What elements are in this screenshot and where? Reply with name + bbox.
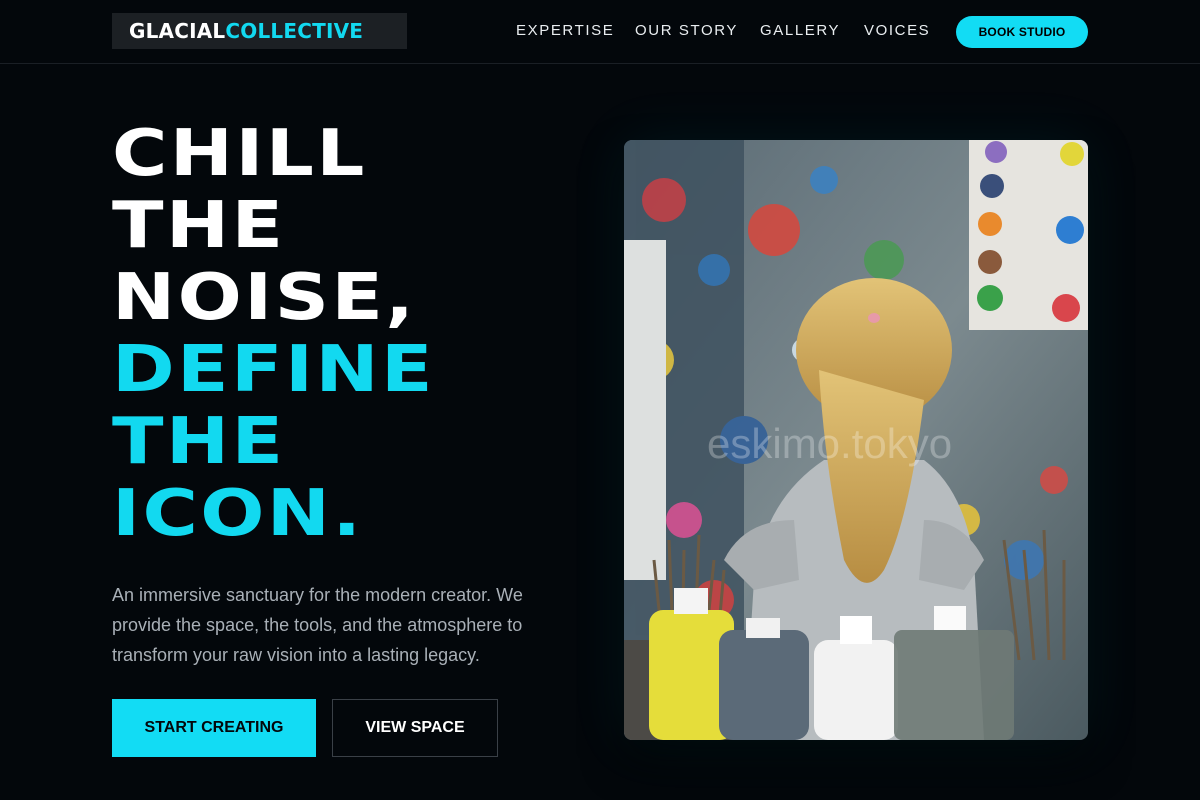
view-space-button[interactable]: VIEW SPACE (332, 699, 498, 757)
headline-line: NOISE, (112, 261, 417, 335)
headline-line-accent: DEFINE (112, 333, 435, 407)
headline-line: THE (112, 189, 286, 263)
logo-text-accent: COLLECTIVE (225, 19, 364, 43)
hero-headline: CHILL THE NOISE, DEFINE THE ICON. (112, 118, 655, 550)
site-header: GLACIAL COLLECTIVE EXPERTISE OUR STORY GA… (0, 0, 1200, 64)
nav-link-expertise[interactable]: EXPERTISE (516, 22, 614, 39)
image-watermark: eskimo.tokyo (707, 420, 952, 467)
hero-photo-studio-child-painting: eskimo.tokyo (624, 140, 1088, 740)
nav-link-voices[interactable]: VOICES (864, 22, 930, 39)
nav-link-gallery[interactable]: GALLERY (760, 22, 840, 39)
start-creating-button[interactable]: START CREATING (112, 699, 316, 757)
headline-line: CHILL (112, 117, 367, 191)
hero-description: An immersive sanctuary for the modern cr… (112, 585, 523, 665)
book-studio-button[interactable]: BOOK STUDIO (956, 16, 1088, 48)
headline-line-accent: THE (112, 405, 286, 479)
nav-link-our-story[interactable]: OUR STORY (635, 22, 738, 39)
headline-line-accent: ICON. (112, 477, 364, 551)
logo-text-primary: GLACIAL (129, 19, 226, 43)
brand-logo[interactable]: GLACIAL COLLECTIVE (112, 13, 407, 49)
